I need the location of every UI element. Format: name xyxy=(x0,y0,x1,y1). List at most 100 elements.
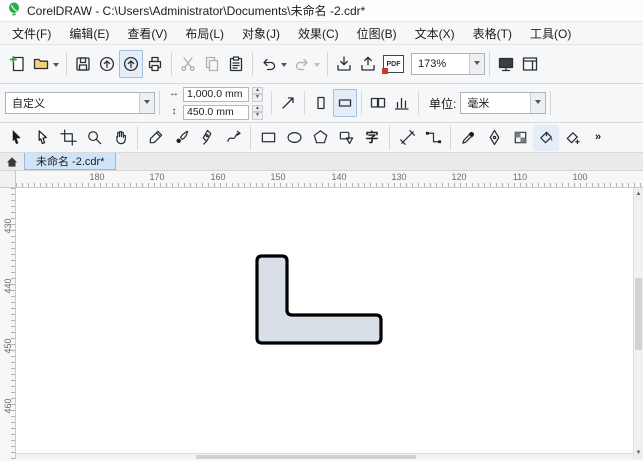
drawing-scale-button[interactable] xyxy=(390,89,414,117)
vertical-ruler[interactable]: 430 440 450 460 xyxy=(0,188,16,459)
horizontal-ruler[interactable]: 180 170 160 150 140 130 120 110 100 xyxy=(0,171,643,188)
export-icon xyxy=(361,56,375,71)
zoom-level-combobox[interactable]: 173% xyxy=(411,53,485,75)
eyedropper-tool[interactable] xyxy=(455,125,481,151)
ruler-h-label: 130 xyxy=(391,172,407,182)
cut-button xyxy=(176,50,200,78)
ruler-h-label: 120 xyxy=(451,172,467,182)
pen-tool[interactable] xyxy=(194,125,220,151)
smart-drawing-tool[interactable] xyxy=(220,125,246,151)
menu-layout[interactable]: 布局(L) xyxy=(176,22,233,45)
page-preset-value: 自定义 xyxy=(12,98,45,110)
scroll-down-icon[interactable]: ▼ xyxy=(634,447,643,459)
zoom-tool[interactable] xyxy=(81,125,107,151)
undo-dropdown-arrow[interactable] xyxy=(281,62,287,70)
portrait-button[interactable] xyxy=(309,89,333,117)
import-button[interactable] xyxy=(332,50,356,78)
page-width-stepper[interactable]: ▲ ▼ xyxy=(252,86,263,102)
stepper-up-icon[interactable]: ▲ xyxy=(252,86,263,94)
pick-tool[interactable] xyxy=(3,125,29,151)
zoom-level-value: 173% xyxy=(418,58,447,70)
menu-effects[interactable]: 效果(C) xyxy=(289,22,348,45)
shape-edit-tool[interactable] xyxy=(29,125,55,151)
vertical-scrollbar[interactable]: ▲ ▼ xyxy=(633,188,643,459)
menu-table[interactable]: 表格(T) xyxy=(464,22,521,45)
smart-fill-tool[interactable] xyxy=(559,125,585,151)
ruler-h-label: 150 xyxy=(270,172,286,182)
undo-button[interactable] xyxy=(257,50,290,78)
ellipse-tool-icon xyxy=(286,131,302,144)
ruler-origin-corner[interactable] xyxy=(0,171,16,187)
menu-tools[interactable]: 工具(O) xyxy=(521,22,580,45)
show-dockers-button[interactable] xyxy=(518,50,542,78)
page-preset-dropdown-button[interactable] xyxy=(139,93,154,113)
units-dropdown-button[interactable] xyxy=(530,93,546,113)
polygon-tool[interactable] xyxy=(307,125,333,151)
menu-bitmaps[interactable]: 位图(B) xyxy=(348,22,406,45)
toolbox-overflow-button[interactable]: » xyxy=(585,125,611,151)
copy-icon xyxy=(205,56,219,72)
rectangle-tool[interactable] xyxy=(255,125,281,151)
page-height-input[interactable] xyxy=(183,104,249,120)
transparency-tool[interactable] xyxy=(507,125,533,151)
page-preset-combobox[interactable]: 自定义 xyxy=(5,92,155,114)
connector-tool[interactable] xyxy=(420,125,446,151)
stepper-down-icon[interactable]: ▼ xyxy=(252,94,263,102)
print-button[interactable] xyxy=(143,50,167,78)
crop-tool[interactable] xyxy=(55,125,81,151)
menu-view[interactable]: 查看(V) xyxy=(118,22,176,45)
outline-pen-tool[interactable] xyxy=(481,125,507,151)
landscape-button[interactable] xyxy=(333,89,357,117)
portrait-icon xyxy=(317,96,325,110)
menu-text[interactable]: 文本(X) xyxy=(406,22,464,45)
separator xyxy=(327,52,328,76)
paste-icon xyxy=(229,56,243,72)
separator xyxy=(171,52,172,76)
text-tool[interactable]: 字 xyxy=(359,125,385,151)
horizontal-scrollbar-thumb[interactable] xyxy=(196,455,416,459)
menu-file[interactable]: 文件(F) xyxy=(3,22,60,45)
zoom-dropdown-button[interactable] xyxy=(469,54,484,74)
paste-button[interactable] xyxy=(224,50,248,78)
print-icon xyxy=(148,56,162,72)
document-tab[interactable]: 未命名 -2.cdr* xyxy=(24,153,117,170)
ruler-v-label: 440 xyxy=(2,278,13,294)
full-screen-preview-button[interactable] xyxy=(494,50,518,78)
ruler-v-label: 450 xyxy=(2,338,13,354)
menu-object[interactable]: 对象(J) xyxy=(233,22,289,45)
common-shapes-tool[interactable] xyxy=(333,125,359,151)
separator xyxy=(159,91,160,115)
all-pages-button[interactable] xyxy=(366,89,390,117)
artistic-media-tool[interactable] xyxy=(168,125,194,151)
drawing-canvas[interactable] xyxy=(16,188,633,453)
stepper-up-icon[interactable]: ▲ xyxy=(252,104,263,112)
nudge-offset-button[interactable] xyxy=(276,89,300,117)
vertical-scrollbar-track[interactable] xyxy=(634,200,643,447)
vertical-scrollbar-thumb[interactable] xyxy=(635,278,642,350)
cloud-download-button[interactable] xyxy=(119,50,143,78)
page-dimensions-group: ↔ ▲▼ ↕ ▲▼ xyxy=(168,86,263,120)
menu-edit[interactable]: 编辑(E) xyxy=(60,22,118,45)
page-width-input[interactable] xyxy=(183,86,249,102)
units-combobox[interactable]: 毫米 xyxy=(460,92,547,114)
l-shape-object[interactable] xyxy=(253,253,385,348)
page-height-stepper[interactable]: ▲ ▼ xyxy=(252,104,263,120)
new-document-button[interactable] xyxy=(5,50,29,78)
coreldraw-logo-icon xyxy=(7,2,21,19)
l-shape-path[interactable] xyxy=(255,254,383,345)
pan-tool[interactable] xyxy=(107,125,133,151)
open-button[interactable] xyxy=(29,50,62,78)
interactive-fill-tool[interactable] xyxy=(533,124,559,151)
cloud-upload-button[interactable] xyxy=(95,50,119,78)
ellipse-tool[interactable] xyxy=(281,125,307,151)
stepper-down-icon[interactable]: ▼ xyxy=(252,112,263,120)
dimension-tool[interactable] xyxy=(394,125,420,151)
save-button[interactable] xyxy=(71,50,95,78)
horizontal-scrollbar[interactable] xyxy=(16,453,633,459)
freehand-tool[interactable] xyxy=(142,125,168,151)
welcome-home-button[interactable] xyxy=(0,153,24,170)
export-button[interactable] xyxy=(356,50,380,78)
open-dropdown-arrow[interactable] xyxy=(53,62,59,70)
publish-pdf-button[interactable]: PDF xyxy=(380,50,407,78)
scroll-up-icon[interactable]: ▲ xyxy=(634,188,643,200)
